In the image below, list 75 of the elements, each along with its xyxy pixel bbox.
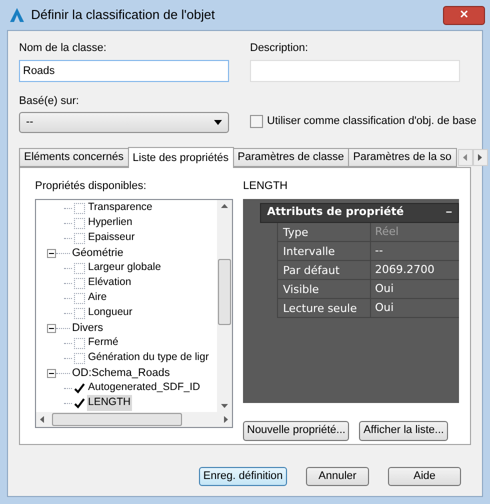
tab-scroll-right-button[interactable] <box>472 149 488 166</box>
scroll-thumb[interactable] <box>218 258 231 324</box>
attribute-value: 2069.2700 <box>374 262 434 278</box>
tree-item[interactable]: Transparence <box>87 200 154 216</box>
down-arrow-icon <box>221 404 228 408</box>
tree-group[interactable]: Géométrie <box>72 244 124 262</box>
section-title: Attributs de propriété <box>267 204 404 220</box>
property-name: LENGTH <box>243 179 289 194</box>
app-logo-icon <box>9 7 25 23</box>
tab[interactable]: Liste des propriétés <box>128 147 234 168</box>
dropdown-arrow-icon <box>214 120 222 125</box>
checkbox[interactable] <box>74 308 85 318</box>
attribute-name: Intervalle <box>278 242 371 260</box>
checkbox[interactable] <box>74 232 85 244</box>
field-label: Basé(e) sur: <box>19 94 80 108</box>
window-title: Définir la classification de l'objet <box>31 6 215 24</box>
tree-item[interactable]: Aire <box>87 290 108 306</box>
class-name-field[interactable]: Roads <box>19 60 229 82</box>
attribute-name: Par défaut <box>278 260 371 278</box>
dialog-button[interactable]: Enreg. définition <box>199 467 287 486</box>
tree-item[interactable]: Fermé <box>87 335 120 351</box>
checkbox[interactable] <box>74 218 85 228</box>
attribute-value: Oui <box>374 280 394 296</box>
close-button[interactable]: ✕ <box>443 6 485 24</box>
attribute-value: Réel <box>374 224 399 240</box>
tree-item[interactable]: Longueur <box>87 305 134 321</box>
based-on-dropdown[interactable]: -- <box>19 112 229 133</box>
left-arrow-icon <box>40 416 44 422</box>
vertical-scrollbar[interactable] <box>217 200 232 412</box>
section-label: Propriétés disponibles: <box>35 179 148 194</box>
checkbox-label: Utiliser comme classification d'obj. de base <box>267 114 476 129</box>
tree-item[interactable]: Elévation <box>87 275 132 291</box>
tab[interactable]: Paramètres de la so <box>348 148 456 167</box>
scroll-thumb[interactable] <box>52 412 182 426</box>
attribute-name: Lecture seule <box>278 298 371 316</box>
panel-button[interactable]: Afficher la liste... <box>359 420 448 440</box>
dialog-button[interactable]: Annuler <box>306 467 369 486</box>
panel-button[interactable]: Nouvelle propriété... <box>243 420 350 440</box>
right-arrow-icon <box>478 154 482 161</box>
tree-group[interactable]: OD:Schema_Roads <box>72 364 170 382</box>
attribute-value: -- <box>374 242 383 258</box>
checkbox[interactable] <box>74 202 85 214</box>
field-label: Nom de la classe: <box>19 41 108 56</box>
tree-item[interactable]: Largeur globale <box>87 260 162 276</box>
tree-item[interactable]: Epaisseur <box>87 230 136 246</box>
check-icon[interactable] <box>74 398 85 408</box>
collapse-button[interactable]: – <box>446 204 452 221</box>
collapse-icon[interactable] <box>47 248 56 258</box>
dialog-button[interactable]: Aide <box>388 467 461 486</box>
tab-scroll-left-button[interactable] <box>458 149 472 166</box>
description-field[interactable] <box>250 60 460 82</box>
tree-item[interactable]: Génération du type de ligr <box>87 350 210 366</box>
checkbox[interactable] <box>74 352 85 364</box>
tree-item[interactable]: LENGTH <box>87 395 132 411</box>
tree-group[interactable]: Divers <box>72 320 104 336</box>
up-arrow-icon <box>221 204 228 208</box>
right-arrow-icon <box>224 416 228 422</box>
checkbox[interactable] <box>74 262 85 274</box>
tree-item[interactable]: Autogenerated_SDF_ID <box>87 380 202 396</box>
left-arrow-icon <box>463 154 467 161</box>
checkbox[interactable] <box>74 292 85 304</box>
collapse-icon[interactable] <box>47 368 56 378</box>
tab[interactable]: Paramètres de classe <box>232 148 350 167</box>
tree-item[interactable]: Hyperlien <box>87 215 134 231</box>
check-icon[interactable] <box>74 382 85 394</box>
attribute-name: Type <box>278 222 371 240</box>
collapse-icon[interactable] <box>47 324 56 332</box>
checkbox[interactable] <box>74 278 85 288</box>
tab[interactable]: Eléments concernés <box>19 148 129 167</box>
horizontal-scrollbar[interactable] <box>36 412 232 426</box>
attribute-value: Oui <box>374 300 394 316</box>
checkbox[interactable] <box>250 114 263 128</box>
checkbox[interactable] <box>74 338 85 348</box>
field-label: Description: <box>250 41 310 56</box>
attribute-name: Visible <box>278 280 371 298</box>
